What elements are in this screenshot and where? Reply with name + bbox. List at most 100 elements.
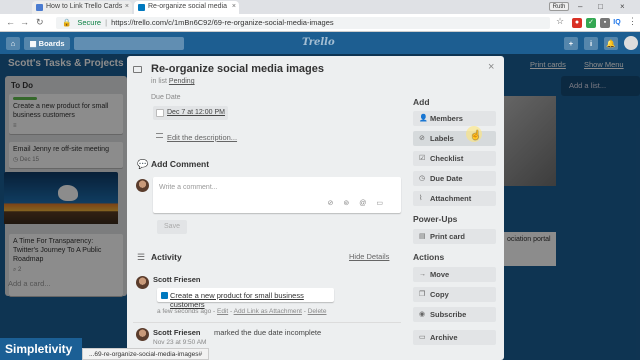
secure-label: Secure: [77, 18, 102, 27]
copy-button[interactable]: ❐ Copy: [413, 287, 496, 302]
browser-tab-reorganize[interactable]: Re-organize social media ×: [134, 1, 239, 14]
print-card-button[interactable]: ▤ Print card: [413, 229, 496, 244]
labels-label: Labels: [430, 134, 454, 143]
close-icon[interactable]: ×: [488, 61, 494, 73]
notifications-icon[interactable]: 🔔: [604, 37, 618, 50]
close-window-icon[interactable]: ×: [620, 2, 625, 11]
maximize-icon[interactable]: □: [598, 2, 603, 11]
avatar: [136, 276, 149, 289]
avatar: [136, 179, 149, 192]
browser-user-chip[interactable]: Ruth: [549, 2, 569, 11]
divider: [133, 322, 401, 323]
card-detail-modal: Re-organize social media images × in lis…: [127, 56, 504, 360]
attached-card-link[interactable]: Create a new product for small business …: [157, 288, 334, 309]
subscribe-label: Subscribe: [430, 310, 467, 319]
description-icon: [156, 133, 163, 138]
tab-favicon-icon: [36, 4, 43, 11]
user-icon: 👤: [419, 115, 428, 122]
back-icon[interactable]: ←: [6, 17, 15, 27]
card-icon: [133, 66, 142, 73]
activity-date[interactable]: Nov 23 at 9:50 AM: [153, 339, 206, 346]
comment-options-icons[interactable]: ⊘⊚@▭: [328, 199, 393, 207]
forward-icon[interactable]: →: [20, 17, 29, 27]
browser-menu-icon[interactable]: ⋮: [628, 16, 637, 27]
boards-label: Boards: [38, 39, 65, 48]
add-heading: Add: [413, 97, 430, 107]
comment-placeholder: Write a comment...: [159, 184, 218, 191]
boards-button[interactable]: ▦ Boards: [24, 37, 70, 50]
archive-icon: ▭: [419, 334, 426, 341]
home-icon[interactable]: ⌂: [6, 37, 20, 50]
hide-details-link[interactable]: Hide Details: [349, 252, 389, 261]
browser-tab-how-to-link[interactable]: How to Link Trello Cards ×: [32, 1, 132, 14]
checklist-icon: ☑: [419, 155, 426, 162]
tab-label: How to Link Trello Cards: [46, 3, 123, 10]
attached-card-title: Create a new product for small business …: [170, 291, 304, 309]
attachment-button[interactable]: ⌇ Attachment: [413, 191, 496, 206]
members-button[interactable]: 👤 Members: [413, 111, 496, 126]
avatar: [136, 328, 149, 341]
arrow-right-icon: →: [419, 271, 426, 278]
star-icon[interactable]: ☆: [556, 16, 564, 27]
labels-button[interactable]: ⊘ Labels: [413, 131, 496, 146]
close-tab-icon[interactable]: ×: [232, 3, 236, 10]
url-field[interactable]: 🔒 Secure | https://trello.com/c/1mBn6C92/69…: [56, 17, 550, 29]
archive-button[interactable]: ▭ Archive: [413, 330, 496, 345]
delete-link[interactable]: Delete: [308, 308, 327, 315]
minimize-icon[interactable]: –: [578, 2, 582, 11]
list-name-link[interactable]: Pending: [169, 78, 195, 85]
status-bar-url: ...69-re-organize-social-media-images#: [82, 348, 210, 360]
clock-icon: ◷: [419, 175, 426, 182]
move-label: Move: [430, 270, 450, 279]
edit-description-link[interactable]: Edit the description...: [167, 133, 237, 142]
url-text: https://trello.com/c/1mBn6C92/69-re-orga…: [111, 18, 334, 27]
activity-author[interactable]: Scott Friesen: [153, 328, 201, 337]
subscribe-button[interactable]: ◉ Subscribe: [413, 307, 496, 322]
extension-icon[interactable]: ▪: [600, 18, 610, 28]
checklist-label: Checklist: [430, 154, 464, 163]
due-date-button[interactable]: Dec 7 at 12:00 PM: [153, 106, 228, 120]
comment-input[interactable]: Write a comment... ⊘⊚@▭: [153, 177, 401, 213]
move-button[interactable]: → Move: [413, 267, 496, 282]
lock-icon: 🔒: [62, 18, 72, 27]
save-button[interactable]: Save: [157, 220, 187, 234]
add-comment-heading: Add Comment: [151, 159, 210, 169]
in-list-text: in list Pending: [151, 78, 195, 85]
reload-icon[interactable]: ↻: [36, 17, 44, 28]
add-icon[interactable]: +: [564, 37, 578, 50]
eye-icon: ◉: [419, 311, 426, 318]
print-card-label: Print card: [430, 232, 466, 241]
copy-label: Copy: [430, 290, 449, 299]
due-date-sidebar-label: Due Date: [430, 174, 463, 183]
edit-description-label: Edit the description...: [167, 133, 238, 142]
adblock-extension-icon[interactable]: ●: [572, 18, 582, 28]
members-label: Members: [430, 114, 463, 123]
tab-label: Re-organize social media: [148, 3, 227, 10]
iq-extension-icon[interactable]: IQ: [612, 18, 622, 28]
add-link-as-attachment-link[interactable]: Add Link as Attachment: [234, 308, 302, 315]
trello-logo: Trello: [302, 37, 335, 48]
activity-meta: a few seconds ago - Edit - Add Link as A…: [157, 308, 327, 315]
due-date-sidebar-button[interactable]: ◷ Due Date: [413, 171, 496, 186]
activity-author[interactable]: Scott Friesen: [153, 275, 201, 284]
browser-tab-bar: How to Link Trello Cards × Re-organize s…: [0, 0, 640, 14]
activity-text: marked the due date incomplete: [214, 328, 322, 337]
copy-icon: ❐: [419, 291, 426, 298]
search-input[interactable]: [74, 37, 184, 50]
powerups-heading: Power-Ups: [413, 214, 458, 224]
due-date-value: Dec 7 at 12:00 PM: [167, 109, 225, 116]
card-title[interactable]: Re-organize social media images: [151, 63, 324, 75]
actions-heading: Actions: [413, 252, 445, 262]
checklist-button[interactable]: ☑ Checklist: [413, 151, 496, 166]
activity-time: a few seconds ago: [157, 308, 212, 315]
member-avatar[interactable]: [624, 36, 638, 50]
info-icon[interactable]: i: [584, 37, 598, 50]
close-tab-icon[interactable]: ×: [125, 3, 129, 10]
edit-link[interactable]: Edit: [217, 308, 228, 315]
activity-heading: Activity: [151, 252, 182, 262]
in-list-prefix: in list: [151, 78, 167, 85]
due-complete-checkbox[interactable]: [156, 109, 164, 117]
tab-favicon-icon: [138, 4, 145, 11]
green-extension-icon[interactable]: ✓: [586, 18, 596, 28]
activity-icon: ☰: [137, 252, 146, 262]
